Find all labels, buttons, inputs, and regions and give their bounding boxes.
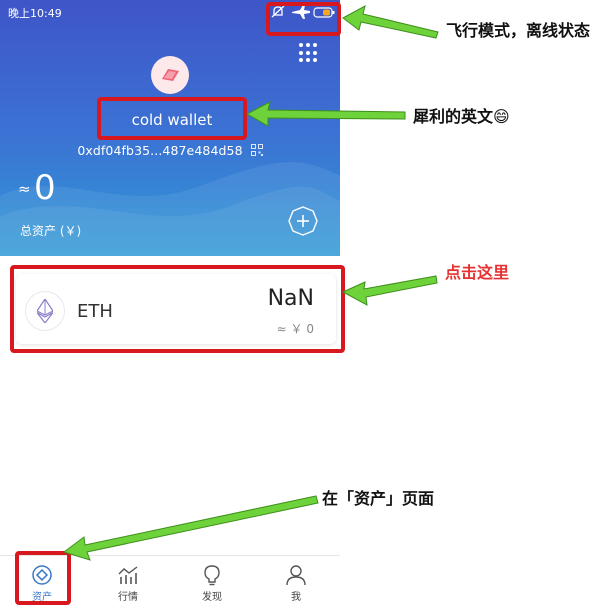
screenshot-stage: 晚上10:49 cold wallet 0xdf04fb35...487e484…	[0, 0, 605, 610]
arrow-to-status-bar	[342, 5, 439, 39]
arrow-to-asset-row	[341, 275, 438, 306]
note-assets-page: 在「资产」页面	[322, 489, 435, 508]
note-english: 犀利的英文😄	[413, 107, 510, 126]
note-offline: 飞行模式，离线状态	[446, 21, 591, 40]
annotation-arrows	[62, 5, 439, 561]
note-click-here: 点击这里	[445, 263, 510, 282]
arrow-to-wallet-name	[245, 101, 406, 127]
arrow-to-assets-tab	[62, 495, 319, 561]
